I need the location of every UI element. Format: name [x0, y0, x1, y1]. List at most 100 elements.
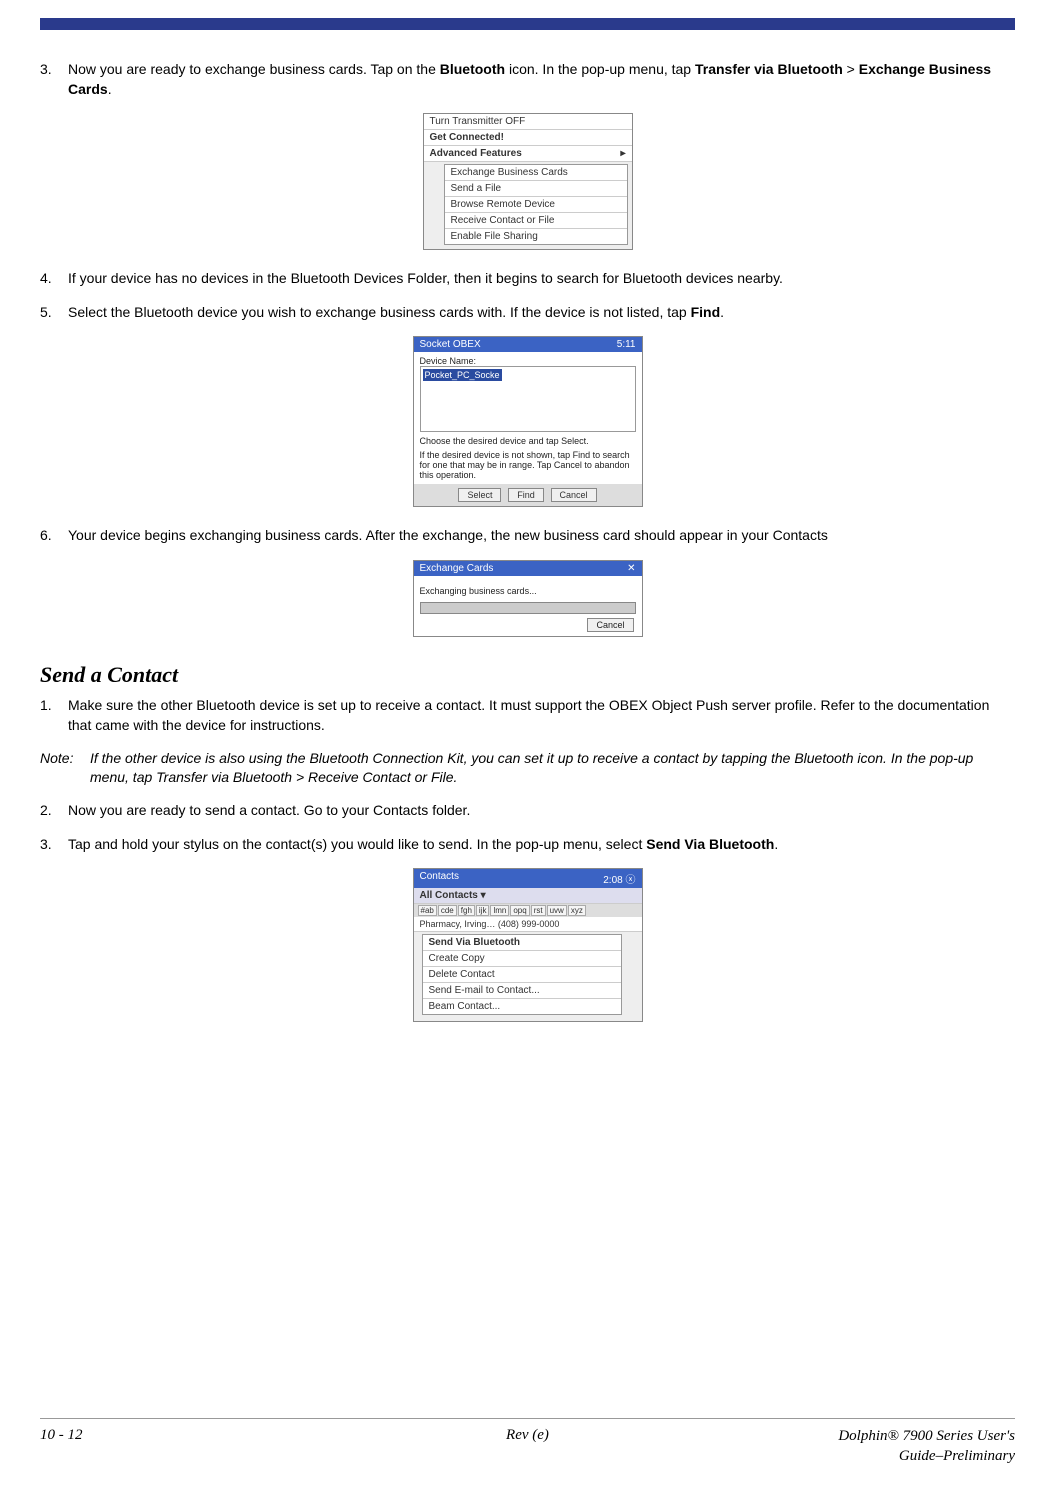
note: Note: If the other device is also using … — [40, 749, 1015, 787]
screenshot-3-wrap: Exchange Cards ✕ Exchanging business car… — [40, 560, 1015, 640]
step-6: 6. Your device begins exchanging busines… — [40, 526, 1015, 546]
tab: ijk — [476, 905, 490, 916]
chevron-right-icon: ▸ — [620, 148, 625, 159]
submenu-item: Send a File — [445, 181, 627, 197]
header-rule — [40, 18, 1015, 30]
step-b1: 1. Make sure the other Bluetooth device … — [40, 696, 1015, 735]
filter-dropdown: All Contacts ▾ — [414, 888, 642, 904]
select-button: Select — [458, 488, 501, 502]
bold: Transfer via Bluetooth — [695, 61, 843, 77]
cancel-button: Cancel — [587, 618, 633, 632]
button-row: Select Find Cancel — [414, 484, 642, 506]
clock: 5:11 — [617, 339, 636, 350]
tab: lmn — [490, 905, 509, 916]
step-text: Tap and hold your stylus on the contact(… — [68, 835, 1015, 855]
bold: Send Via Bluetooth — [646, 836, 774, 852]
text: > — [843, 61, 859, 77]
label: Device Name: — [420, 356, 636, 366]
page-number: 10 - 12 — [40, 1427, 365, 1444]
tab: xyz — [568, 905, 586, 916]
step-number: 4. — [40, 269, 68, 289]
text: Now you are ready to exchange business c… — [68, 61, 440, 77]
screenshot-exchange-progress: Exchange Cards ✕ Exchanging business car… — [413, 560, 643, 637]
tab: #ab — [418, 905, 437, 916]
title-right: 2:08 ⓧ — [603, 871, 635, 886]
clock: 2:08 — [603, 875, 622, 886]
menu-item: Delete Contact — [423, 967, 621, 983]
screenshot-bluetooth-menu: Turn Transmitter OFF Get Connected! Adva… — [423, 113, 633, 250]
step-number: 1. — [40, 696, 68, 735]
step-text: Now you are ready to exchange business c… — [68, 60, 1015, 99]
list-item-selected: Pocket_PC_Socke — [423, 369, 502, 381]
guide-title: Dolphin® 7900 Series User's Guide–Prelim… — [690, 1427, 1015, 1466]
step-b2: 2. Now you are ready to send a contact. … — [40, 801, 1015, 821]
text: Advanced Features — [430, 148, 522, 159]
step-number: 5. — [40, 303, 68, 323]
menu-item: Advanced Features ▸ — [424, 146, 632, 162]
bold: Find — [691, 304, 721, 320]
text: Guide–Preliminary — [690, 1447, 1015, 1467]
title-text: Exchange Cards — [420, 563, 494, 574]
step-5: 5. Select the Bluetooth device you wish … — [40, 303, 1015, 323]
title-text: Socket OBEX — [420, 339, 481, 350]
menu-item: Create Copy — [423, 951, 621, 967]
contact-row: Pharmacy, Irving… (408) 999-0000 — [414, 917, 642, 932]
status-text: Exchanging business cards... — [420, 586, 636, 596]
step-text: Make sure the other Bluetooth device is … — [68, 696, 1015, 735]
screenshot-device-select: Socket OBEX 5:11 Device Name: Pocket_PC_… — [413, 336, 643, 507]
step-number: 3. — [40, 835, 68, 855]
hint-text: If the desired device is not shown, tap … — [420, 450, 636, 480]
step-4: 4. If your device has no devices in the … — [40, 269, 1015, 289]
bold: Bluetooth — [440, 61, 505, 77]
step-text: If your device has no devices in the Blu… — [68, 269, 1015, 289]
alpha-tabs: #abcdefghijklmnopqrstuvwxyz — [414, 904, 642, 917]
text: . — [720, 304, 724, 320]
submenu-item: Receive Contact or File — [445, 213, 627, 229]
titlebar: Contacts 2:08 ⓧ — [414, 869, 642, 888]
step-b3: 3. Tap and hold your stylus on the conta… — [40, 835, 1015, 855]
title-text: Contacts — [420, 871, 459, 886]
text: Select the Bluetooth device you wish to … — [68, 304, 691, 320]
screenshot-1-wrap: Turn Transmitter OFF Get Connected! Adva… — [40, 113, 1015, 253]
step-number: 3. — [40, 60, 68, 99]
step-number: 6. — [40, 526, 68, 546]
submenu-item: Browse Remote Device — [445, 197, 627, 213]
revision: Rev (e) — [365, 1427, 690, 1444]
step-number: 2. — [40, 801, 68, 821]
step-text: Select the Bluetooth device you wish to … — [68, 303, 1015, 323]
step-text: Your device begins exchanging business c… — [68, 526, 1015, 546]
note-label: Note: — [40, 749, 90, 787]
close-icon: ⓧ — [626, 875, 636, 886]
hint-text: Choose the desired device and tap Select… — [420, 436, 636, 446]
menu-item: Send Via Bluetooth — [423, 935, 621, 951]
section-heading: Send a Contact — [40, 662, 1015, 688]
find-button: Find — [508, 488, 544, 502]
screenshot-contacts-context-menu: Contacts 2:08 ⓧ All Contacts ▾ #abcdefgh… — [413, 868, 643, 1022]
note-text: If the other device is also using the Bl… — [90, 749, 1015, 787]
text: icon. In the pop-up menu, tap — [505, 61, 695, 77]
tab: rst — [531, 905, 546, 916]
dialog-body: Device Name: Pocket_PC_Socke Choose the … — [414, 352, 642, 484]
titlebar: Exchange Cards ✕ — [414, 561, 642, 576]
tab: cde — [438, 905, 457, 916]
cancel-button: Cancel — [551, 488, 597, 502]
menu-item: Send E-mail to Contact... — [423, 983, 621, 999]
text: Tap and hold your stylus on the contact(… — [68, 836, 646, 852]
screenshot-4-wrap: Contacts 2:08 ⓧ All Contacts ▾ #abcdefgh… — [40, 868, 1015, 1025]
text: Dolphin® 7900 Series User's — [690, 1427, 1015, 1447]
step-text: Now you are ready to send a contact. Go … — [68, 801, 1015, 821]
step-3: 3. Now you are ready to exchange busines… — [40, 60, 1015, 99]
tab: opq — [510, 905, 529, 916]
menu-item: Beam Contact... — [423, 999, 621, 1014]
text: . — [108, 81, 112, 97]
text: . — [774, 836, 778, 852]
submenu-item: Enable File Sharing — [445, 229, 627, 244]
dialog-body: Exchanging business cards... Cancel — [414, 576, 642, 636]
tab: uvw — [547, 905, 567, 916]
page-footer: 10 - 12 Rev (e) Dolphin® 7900 Series Use… — [40, 1418, 1015, 1466]
progress-bar — [420, 602, 636, 614]
submenu: Exchange Business Cards Send a File Brow… — [444, 164, 628, 245]
screenshot-2-wrap: Socket OBEX 5:11 Device Name: Pocket_PC_… — [40, 336, 1015, 510]
tab: fgh — [458, 905, 475, 916]
close-icon: ✕ — [627, 563, 635, 574]
